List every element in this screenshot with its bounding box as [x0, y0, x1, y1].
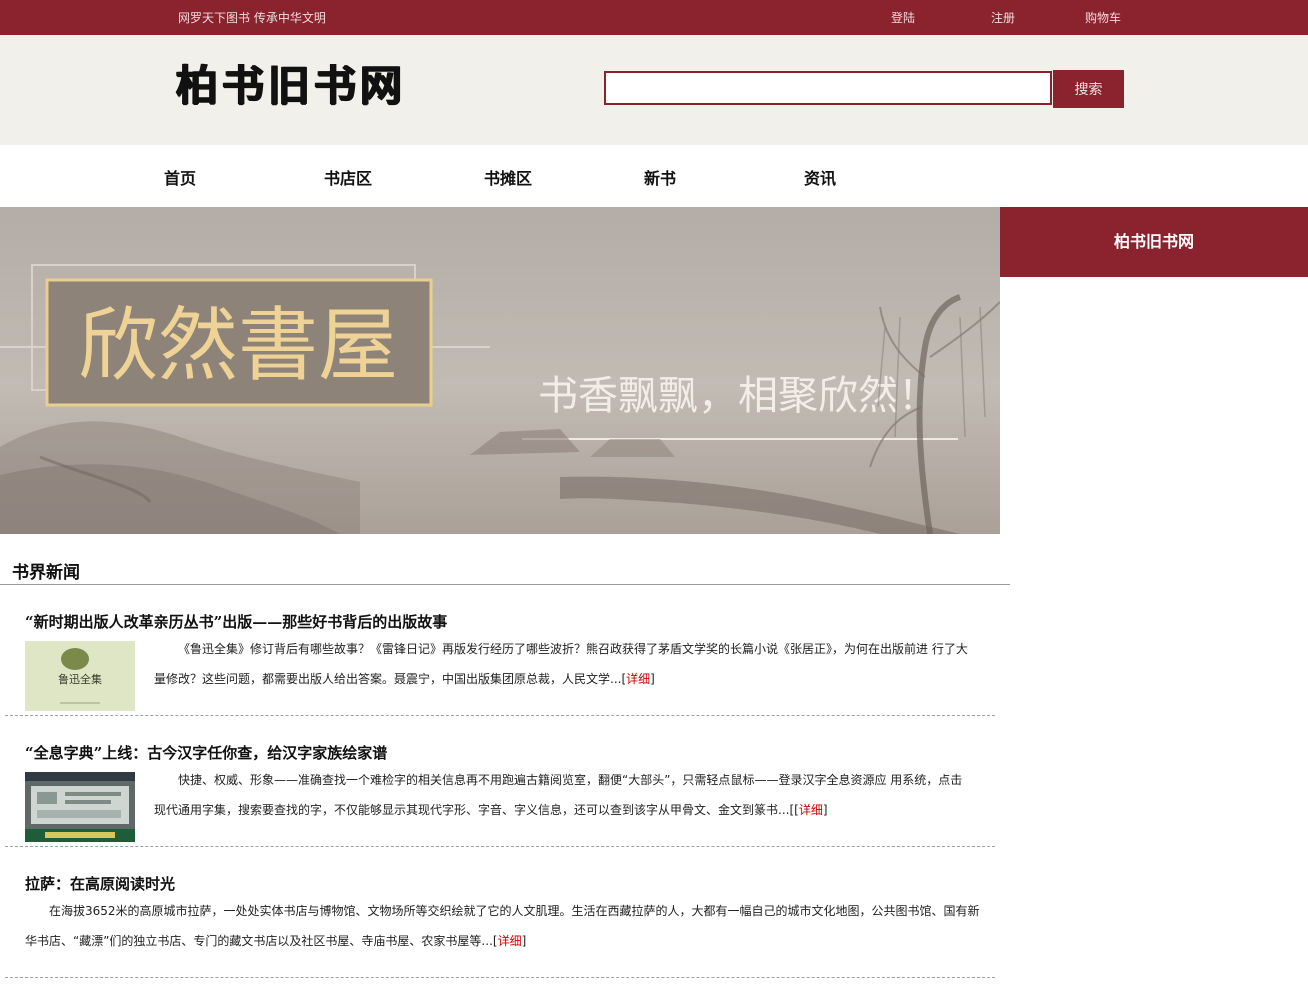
news-summary-1: 《鲁迅全集》修订背后有哪些故事？《雷锋日记》再版发行经历了哪些波折？熊召政获得了… — [154, 642, 968, 686]
section-divider — [0, 584, 1010, 585]
news-thumbnail-2[interactable] — [25, 772, 135, 842]
login-link[interactable]: 登陆 — [891, 9, 915, 26]
news-more-link-2[interactable]: 详细 — [799, 803, 823, 817]
register-link[interactable]: 注册 — [991, 9, 1015, 26]
news-title-3[interactable]: 拉萨：在高原阅读时光 — [25, 873, 175, 894]
news-divider — [5, 977, 995, 978]
site-slogan: 网罗天下图书 传承中华文明 — [178, 11, 326, 25]
top-bar: 网罗天下图书 传承中华文明 登陆 注册 购物车 — [0, 0, 1308, 35]
news-title-1[interactable]: “新时期出版人改革亲历丛书”出版——那些好书背后的出版故事 — [25, 611, 447, 632]
search-input[interactable] — [604, 71, 1052, 105]
banner-title: 欣然書屋 — [78, 299, 398, 392]
search-button[interactable]: 搜索 — [1053, 70, 1124, 108]
cart-link[interactable]: 购物车 — [1085, 9, 1121, 26]
website-screenshot-illustration — [25, 772, 135, 842]
news-divider — [5, 846, 995, 847]
nav-item-bookstores[interactable]: 书店区 — [324, 165, 372, 189]
news-divider — [5, 715, 995, 716]
banner-illustration: 欣然書屋 书香飘飘，相聚欣然！ — [0, 207, 1000, 534]
nav-item-new-books[interactable]: 新书 — [644, 165, 676, 189]
book-cover-title: 鲁迅全集 — [58, 672, 102, 686]
news-title-2[interactable]: “全息字典”上线：古今汉字任你查，给汉字家族绘家谱 — [25, 742, 387, 763]
news-thumbnail-1[interactable]: 鲁迅全集 — [25, 641, 135, 711]
news-summary-3: 在海拔3652米的高原城市拉萨，一处处实体书店与博物馆、文物场所等交织绘就了它的… — [25, 904, 980, 948]
news-more-link-1[interactable]: 详细 — [626, 672, 650, 686]
site-header: 柏书旧书网 搜索 — [0, 35, 1308, 145]
main-nav: 首页 书店区 书摊区 新书 资讯 — [0, 145, 1308, 207]
news-summary-2: 快捷、权威、形象——准确查找一个难检字的相关信息再不用跑遍古籍阅览室，翻便“大部… — [154, 773, 963, 817]
sidebar-title: 柏书旧书网 — [1000, 207, 1308, 277]
section-title-news: 书界新闻 — [12, 563, 80, 583]
book-cover-illustration: 鲁迅全集 — [25, 641, 135, 711]
news-more-link-3[interactable]: 详细 — [498, 934, 522, 948]
nav-item-news[interactable]: 资讯 — [804, 165, 836, 189]
banner-image[interactable]: 欣然書屋 书香飘飘，相聚欣然！ — [0, 207, 1000, 534]
site-logo[interactable]: 柏书旧书网 — [176, 61, 406, 111]
nav-item-bookstalls[interactable]: 书摊区 — [484, 165, 532, 189]
banner-tagline: 书香飘飘，相聚欣然！ — [538, 373, 938, 419]
nav-item-home[interactable]: 首页 — [164, 165, 196, 189]
